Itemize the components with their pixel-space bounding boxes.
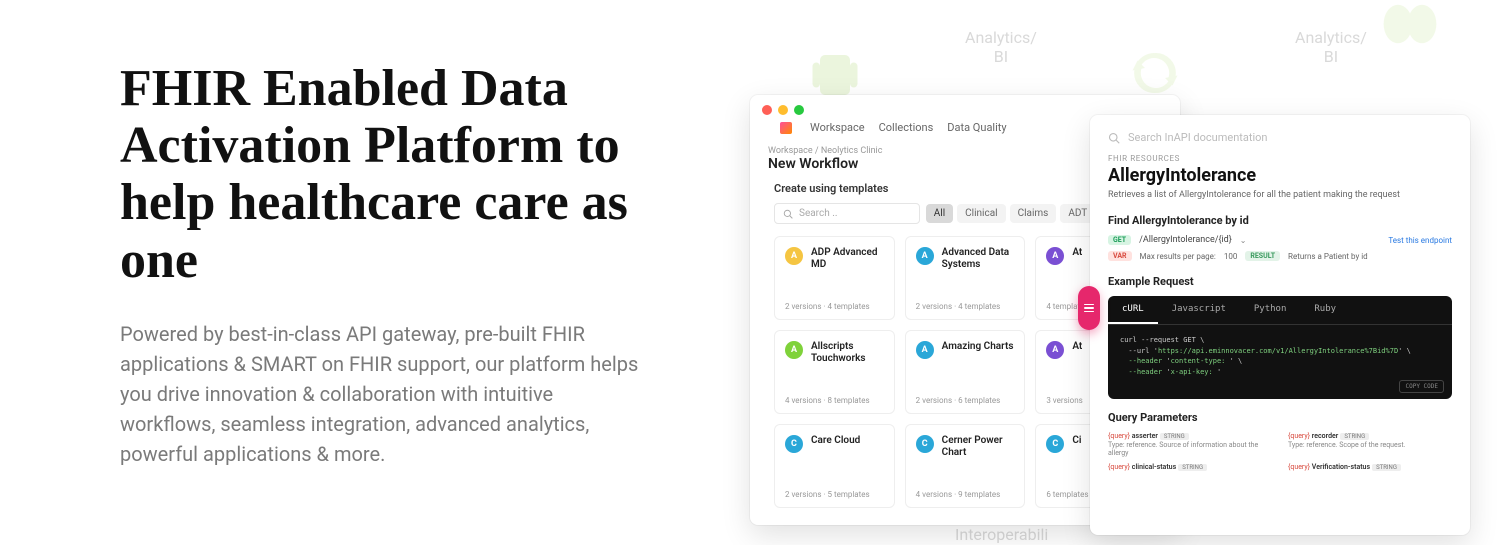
template-card[interactable]: A Advanced Data Systems 2 versions · 4 tem… [905,236,1026,320]
copy-code-button[interactable]: COPY CODE [1399,380,1444,393]
param-scope: {query} [1108,432,1130,440]
template-name: Allscripts Touchworks [811,341,884,365]
max-results-label: Max results per page: [1140,252,1216,261]
doc-search-placeholder: Search InAPI documentation [1128,131,1267,144]
template-meta: 2 versions · 4 templates [785,302,884,311]
param-type: STRING [1178,464,1207,471]
template-name: Cerner Power Chart [942,435,1015,459]
minimize-icon[interactable] [778,105,788,115]
template-badge-icon: A [916,247,934,265]
param-scope: {query} [1288,432,1310,440]
param-name: asserter [1132,432,1158,440]
filter-pill-clinical[interactable]: Clinical [957,204,1005,223]
max-results-value: 100 [1224,252,1238,261]
template-meta: 2 versions · 4 templates [916,302,1015,311]
template-card[interactable]: C Care Cloud 2 versions · 5 templates [774,424,895,508]
template-badge-icon: C [916,435,934,453]
nav-collections[interactable]: Collections [879,121,934,134]
result-text: Returns a Patient by id [1288,252,1368,261]
code-block: cURLJavascriptPythonRuby curl --request … [1108,296,1452,399]
test-endpoint-link[interactable]: Test this endpoint [1388,236,1452,245]
template-name: ADP Advanced MD [811,247,884,271]
template-card[interactable]: A ADP Advanced MD 2 versions · 4 templates [774,236,895,320]
query-params-heading: Query Parameters [1108,411,1452,424]
template-meta: 2 versions · 6 templates [916,396,1015,405]
template-badge-icon: A [785,341,803,359]
param-desc: Type: reference. Source of information a… [1108,441,1272,457]
nav-data-quality[interactable]: Data Quality [947,121,1006,134]
param-name: recorder [1312,432,1339,440]
query-param: {query} Verification-statusSTRING [1288,463,1452,472]
template-search-input[interactable]: Search .. [774,203,920,224]
template-name: Advanced Data Systems [942,247,1015,271]
chevron-down-icon[interactable]: ⌄ [1240,236,1247,245]
var-badge: VAR [1108,251,1132,261]
template-badge-icon: A [1046,247,1064,265]
filter-pill-all[interactable]: All [926,204,953,223]
param-type: STRING [1372,464,1401,471]
template-name: Amazing Charts [942,341,1014,353]
query-param: {query} recorderSTRINGType: reference. S… [1288,432,1452,457]
resize-handle[interactable] [1078,286,1100,330]
app-logo-icon [780,122,792,134]
template-name: At [1072,341,1082,353]
doc-subheading: Find AllergyIntolerance by id [1108,214,1452,227]
doc-search-input[interactable]: Search InAPI documentation [1108,131,1452,144]
code-tab-python[interactable]: Python [1240,296,1301,324]
doc-description: Retrieves a list of AllergyIntolerance f… [1108,190,1452,200]
template-card[interactable]: C Cerner Power Chart 4 versions · 9 templa… [905,424,1026,508]
endpoint-path: /AllergyIntolerance/{id} [1139,235,1232,245]
query-param: {query} clinical-statusSTRING [1108,463,1272,472]
doc-title: AllergyIntolerance [1108,165,1452,186]
param-desc: Type: reference. Scope of the request. [1288,441,1452,449]
search-placeholder: Search .. [799,208,837,219]
template-badge-icon: C [1046,435,1064,453]
result-badge: RESULT [1245,251,1280,261]
param-name: Verification-status [1312,463,1370,471]
example-request-heading: Example Request [1108,275,1452,288]
maximize-icon[interactable] [794,105,804,115]
template-meta: 4 versions · 9 templates [916,490,1015,499]
doc-eyebrow: FHIR RESOURCES [1108,154,1452,163]
http-method-badge: GET [1108,235,1131,245]
template-name: Care Cloud [811,435,860,447]
param-type: STRING [1340,433,1369,440]
param-name: clinical-status [1132,463,1176,471]
param-scope: {query} [1108,463,1130,471]
app-window-api-doc: Search InAPI documentation FHIR RESOURCE… [1090,115,1470,535]
template-card[interactable]: A Amazing Charts 2 versions · 6 templates [905,330,1026,414]
hero-title: FHIR Enabled Data Activation Platform to… [120,60,710,289]
hero-subtitle: Powered by best-in-class API gateway, pr… [120,319,640,469]
template-badge-icon: C [785,435,803,453]
code-tab-javascript[interactable]: Javascript [1158,296,1240,324]
param-type: STRING [1160,433,1189,440]
template-name: Ci [1072,435,1081,447]
template-badge-icon: A [916,341,934,359]
search-icon [1108,132,1120,144]
template-badge-icon: A [785,247,803,265]
template-badge-icon: A [1046,341,1064,359]
filter-pill-claims[interactable]: Claims [1010,204,1057,223]
nav-workspace[interactable]: Workspace [810,121,865,134]
query-param: {query} asserterSTRINGType: reference. S… [1108,432,1272,457]
template-card[interactable]: A Allscripts Touchworks 4 versions · 8 tem… [774,330,895,414]
code-tab-ruby[interactable]: Ruby [1300,296,1350,324]
template-meta: 2 versions · 5 templates [785,490,884,499]
template-name: At [1072,247,1082,259]
param-scope: {query} [1288,463,1310,471]
close-icon[interactable] [762,105,772,115]
template-meta: 4 versions · 8 templates [785,396,884,405]
code-tab-curl[interactable]: cURL [1108,296,1158,324]
search-icon [783,209,793,219]
